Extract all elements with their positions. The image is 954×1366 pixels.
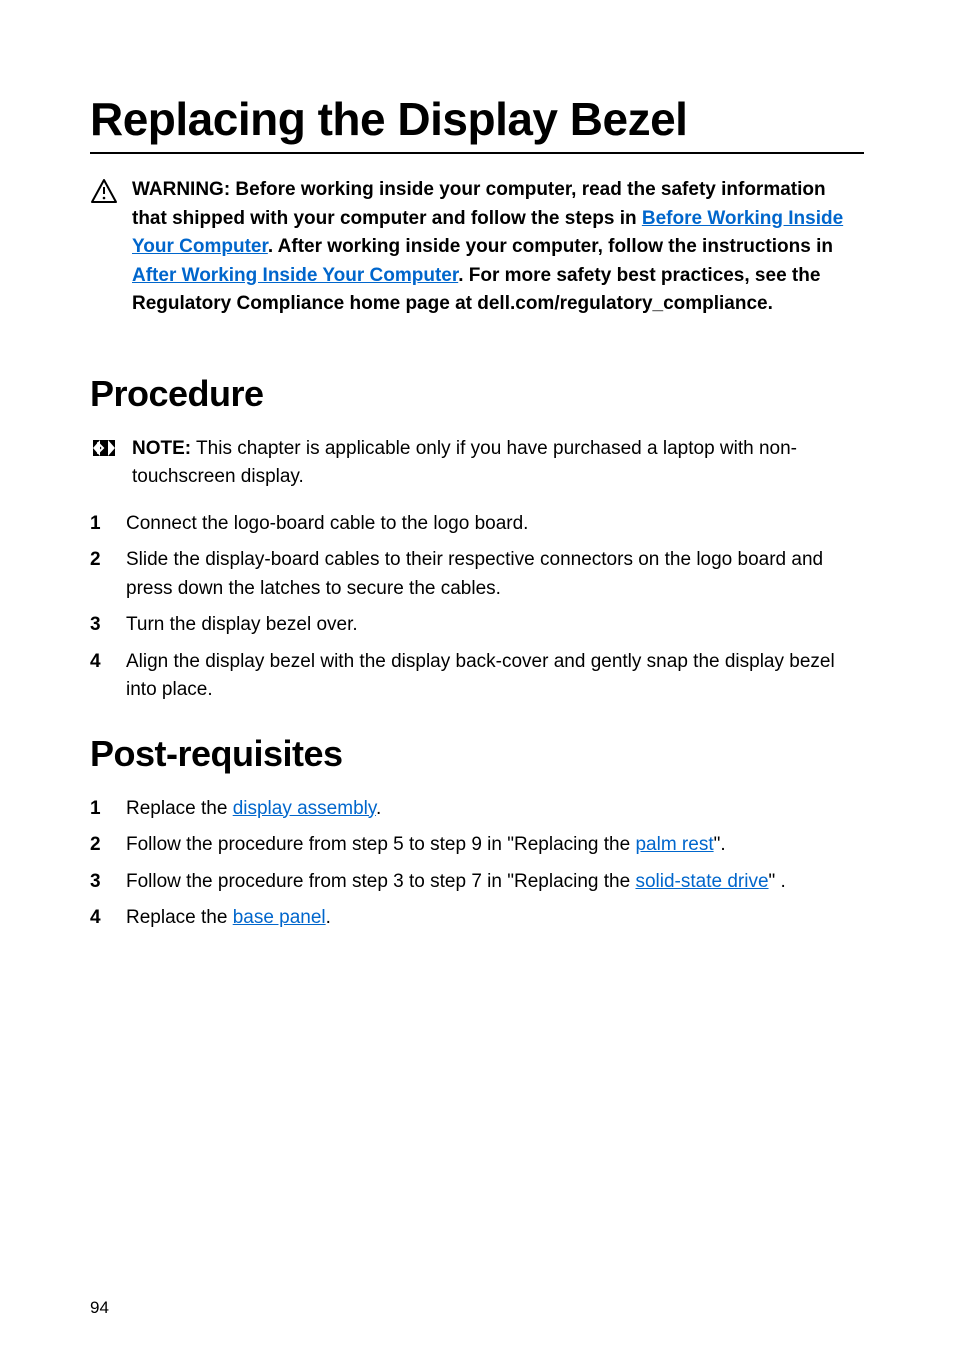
step-text: Turn the display bezel over. xyxy=(126,611,358,640)
procedure-step: Turn the display bezel over. xyxy=(90,611,864,640)
display-assembly-link[interactable]: display assembly xyxy=(233,798,376,819)
postreq-steps: Replace the display assembly. Follow the… xyxy=(90,795,864,933)
step-prefix: Follow the procedure from step 3 to step… xyxy=(126,871,635,892)
note-body: This chapter is applicable only if you h… xyxy=(132,438,797,488)
warning-middle1: . After working inside your computer, fo… xyxy=(268,236,833,257)
step-prefix: Replace the xyxy=(126,907,233,928)
procedure-steps: Connect the logo-board cable to the logo… xyxy=(90,510,864,705)
step-suffix: " . xyxy=(769,871,786,892)
postreq-step: Replace the display assembly. xyxy=(90,795,864,824)
after-working-link[interactable]: After Working Inside Your Computer xyxy=(132,265,458,286)
step-wrapper: Replace the base panel. xyxy=(126,904,331,933)
postreq-step: Replace the base panel. xyxy=(90,904,864,933)
postreq-heading: Post-requisites xyxy=(90,733,864,775)
step-prefix: Replace the xyxy=(126,798,233,819)
note-block: NOTE: This chapter is applicable only if… xyxy=(90,435,864,492)
step-suffix: . xyxy=(376,798,381,819)
warning-text: WARNING: Before working inside your comp… xyxy=(132,176,864,319)
step-wrapper: Follow the procedure from step 5 to step… xyxy=(126,831,726,860)
postreq-step: Follow the procedure from step 3 to step… xyxy=(90,868,864,897)
procedure-heading: Procedure xyxy=(90,373,864,415)
postreq-step: Follow the procedure from step 5 to step… xyxy=(90,831,864,860)
note-label: NOTE: xyxy=(132,438,191,459)
warning-icon xyxy=(90,178,118,204)
step-text: Connect the logo-board cable to the logo… xyxy=(126,510,528,539)
page-number: 94 xyxy=(90,1298,109,1318)
note-icon xyxy=(90,437,118,459)
procedure-step: Align the display bezel with the display… xyxy=(90,648,864,705)
palm-rest-link[interactable]: palm rest xyxy=(635,834,713,855)
step-wrapper: Replace the display assembly. xyxy=(126,795,381,824)
step-prefix: Follow the procedure from step 5 to step… xyxy=(126,834,635,855)
note-text: NOTE: This chapter is applicable only if… xyxy=(132,435,864,492)
procedure-step: Connect the logo-board cable to the logo… xyxy=(90,510,864,539)
step-suffix: ". xyxy=(714,834,726,855)
step-suffix: . xyxy=(326,907,331,928)
step-text: Align the display bezel with the display… xyxy=(126,648,864,705)
procedure-step: Slide the display-board cables to their … xyxy=(90,546,864,603)
page-title: Replacing the Display Bezel xyxy=(90,92,864,154)
solid-state-drive-link[interactable]: solid-state drive xyxy=(635,871,768,892)
step-text: Slide the display-board cables to their … xyxy=(126,546,864,603)
step-wrapper: Follow the procedure from step 3 to step… xyxy=(126,868,786,897)
base-panel-link[interactable]: base panel xyxy=(233,907,326,928)
warning-block: WARNING: Before working inside your comp… xyxy=(90,176,864,319)
